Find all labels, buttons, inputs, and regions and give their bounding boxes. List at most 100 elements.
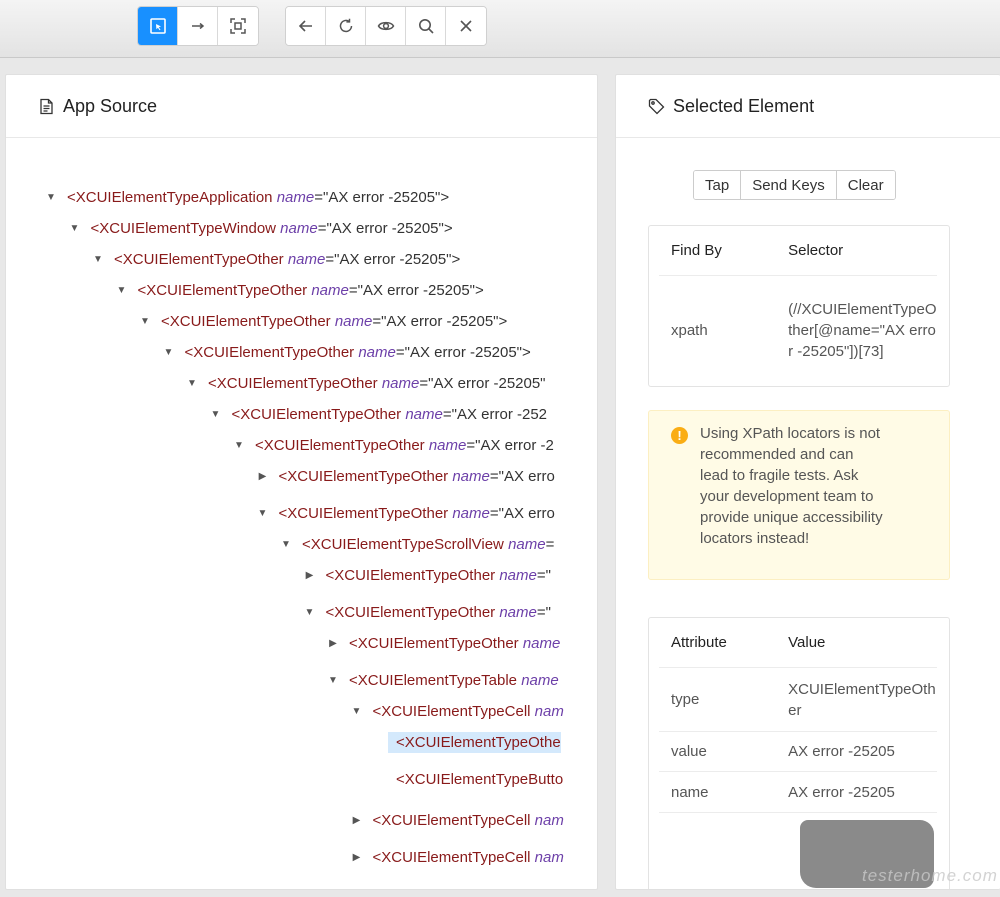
caret-down-icon[interactable]: ▼ — [91, 247, 105, 271]
tree-node-label[interactable]: <XCUIElementTypeWindow name="AX error -2… — [91, 220, 453, 237]
tree-node[interactable]: <XCUIElementTypeOthe — [373, 730, 561, 754]
tree-node-attr: name — [405, 405, 443, 423]
tree-node[interactable]: ▶ <XCUIElementTypeCell nam — [350, 808, 564, 832]
tree-node-label[interactable]: <XCUIElementTypeOther name="AX erro — [279, 468, 555, 485]
tree-node-label[interactable]: <XCUIElementTypeOther name="AX error -25… — [232, 406, 548, 423]
refresh-button[interactable] — [326, 7, 366, 45]
tree-node[interactable]: ▼ <XCUIElementTypeOther name=" — [303, 600, 551, 624]
selected-element-title: Selected Element — [673, 95, 815, 116]
selected-element-header: Selected Element — [616, 75, 1000, 138]
tree-node-label[interactable]: <XCUIElementTypeButto — [396, 771, 563, 788]
caret-right-icon[interactable]: ▶ — [350, 808, 364, 832]
tree-node-label[interactable]: <XCUIElementTypeOther name=" — [326, 604, 551, 621]
caret-down-icon[interactable]: ▼ — [115, 278, 129, 302]
tree-node-label[interactable]: <XCUIElementTypeOther name="AX error -25… — [114, 251, 460, 268]
tap-coordinates-button[interactable] — [218, 7, 258, 45]
caret-down-icon[interactable]: ▼ — [256, 501, 270, 525]
tree-node-label[interactable]: <XCUIElementTypeCell nam — [373, 703, 564, 720]
clear-button[interactable]: Clear — [836, 171, 895, 199]
caret-down-icon[interactable]: ▼ — [185, 371, 199, 395]
tree-node-tag: <XCUIElementTypeOther — [184, 343, 355, 361]
eye-icon — [377, 21, 394, 31]
tree-node[interactable]: ▼ <XCUIElementTypeOther name="AX erro — [256, 501, 555, 525]
tree-node[interactable]: ▼ <XCUIElementTypeOther name="AX error -2… — [91, 247, 460, 271]
caret-right-icon[interactable]: ▶ — [256, 464, 270, 488]
tree-node-val: "AX error -25205" — [428, 374, 546, 392]
tree-node-label[interactable]: <XCUIElementTypeApplication name="AX err… — [67, 189, 449, 206]
show-hide-button[interactable] — [366, 7, 406, 45]
tree-node[interactable]: ▶ <XCUIElementTypeCell nam — [350, 845, 564, 869]
tree-node-attr: name — [358, 343, 396, 361]
tree-node-attr: name — [522, 634, 561, 652]
tree-node-label[interactable]: <XCUIElementTypeOther name="AX error -25… — [161, 313, 507, 330]
table-row: name AX error -25205 — [659, 772, 937, 813]
caret-down-icon[interactable]: ▼ — [162, 340, 176, 364]
caret-down-icon[interactable]: ▼ — [138, 309, 152, 333]
tree-node-label[interactable]: <XCUIElementTypeOthe — [388, 731, 561, 753]
tree-node[interactable]: ▼ <XCUIElementTypeWindow name="AX error -… — [68, 216, 453, 240]
tree-node-eq: = — [466, 436, 476, 454]
tree-node-label[interactable]: <XCUIElementTypeOther name="AX error -25… — [138, 282, 484, 299]
tree-node[interactable]: ▼ <XCUIElementTypeOther name="AX error -2… — [138, 309, 507, 333]
tap-button[interactable]: Tap — [694, 171, 742, 199]
source-tree[interactable]: ▼ <XCUIElementTypeApplication name="AX er… — [6, 138, 581, 889]
tree-node[interactable]: ▶ <XCUIElementTypeOther name=" — [303, 563, 551, 587]
back-button[interactable] — [286, 7, 326, 45]
caret-down-icon[interactable]: ▼ — [326, 668, 340, 692]
tree-node-label[interactable]: <XCUIElementTypeOther name="AX error -25… — [208, 375, 546, 392]
tree-node[interactable]: ▼ <XCUIElementTypeApplication name="AX er… — [44, 185, 449, 209]
caret-down-icon[interactable]: ▼ — [44, 185, 58, 209]
caret-down-icon[interactable]: ▼ — [303, 600, 317, 624]
tree-node[interactable]: ▼ <XCUIElementTypeCell nam — [350, 699, 564, 723]
selector-column-header: Selector — [788, 242, 844, 259]
tree-node-tag: <XCUIElementTypeOther — [137, 281, 308, 299]
caret-down-icon[interactable]: ▼ — [279, 532, 293, 556]
tree-node-label[interactable]: <XCUIElementTypeTable name — [349, 672, 559, 689]
caret-down-icon[interactable]: ▼ — [232, 433, 246, 457]
send-keys-button[interactable]: Send Keys — [741, 171, 837, 199]
tree-node-label[interactable]: <XCUIElementTypeScrollView name= — [302, 536, 554, 553]
tree-node[interactable]: ▼ <XCUIElementTypeTable name — [326, 668, 559, 692]
caret-down-icon[interactable]: ▼ — [209, 402, 223, 426]
tree-node-eq: = — [325, 250, 335, 268]
tree-node-eq: = — [372, 312, 382, 330]
mode-button-group — [137, 6, 259, 46]
caret-down-icon[interactable]: ▼ — [68, 216, 82, 240]
tree-node-label[interactable]: <XCUIElementTypeOther name — [349, 635, 560, 652]
tree-node-label[interactable]: <XCUIElementTypeCell nam — [373, 849, 564, 866]
tree-node[interactable]: ▼ <XCUIElementTypeOther name="AX error -2 — [232, 433, 554, 457]
tree-node[interactable]: ▶ <XCUIElementTypeOther name — [326, 631, 560, 655]
attributes-header-row: Attribute Value — [659, 618, 937, 668]
tree-node-attr: name — [452, 467, 490, 485]
caret-down-icon[interactable]: ▼ — [350, 699, 364, 723]
quit-session-button[interactable] — [446, 7, 486, 45]
tree-node-tag: <XCUIElementTypeOther — [325, 566, 496, 584]
tree-node[interactable]: ▼ <XCUIElementTypeOther name="AX error -2… — [209, 402, 548, 426]
tree-node-tag: <XCUIElementTypeCell — [372, 848, 531, 866]
tree-node[interactable]: ▼ <XCUIElementTypeScrollView name= — [279, 532, 554, 556]
caret-right-icon[interactable]: ▶ — [303, 563, 317, 587]
app-source-title: App Source — [63, 95, 158, 116]
tree-node[interactable]: ▼ <XCUIElementTypeOther name="AX error -2… — [162, 340, 531, 364]
tree-node[interactable]: ▼ <XCUIElementTypeOther name="AX error -2… — [185, 371, 546, 395]
tree-node-tag: <XCUIElementTypeOther — [161, 312, 331, 330]
tree-node-label[interactable]: <XCUIElementTypeOther name="AX erro — [279, 505, 555, 522]
tree-node[interactable]: ▼ <XCUIElementTypeOther name="AX error -2… — [115, 278, 484, 302]
tree-node-attr: name — [499, 603, 537, 621]
tree-node-label[interactable]: <XCUIElementTypeCell nam — [373, 812, 564, 829]
caret-right-icon[interactable]: ▶ — [350, 845, 364, 869]
tree-node[interactable]: <XCUIElementTypeButto — [373, 767, 563, 791]
swipe-button[interactable] — [178, 7, 218, 45]
tree-node-tag: <XCUIElementTypeOther — [278, 504, 449, 522]
selector-value[interactable]: (//XCUIElementTypeOther[@name="AX error … — [788, 299, 937, 362]
tree-node[interactable]: ▶ <XCUIElementTypeOther name="AX erro — [256, 464, 555, 488]
tree-node-label[interactable]: <XCUIElementTypeOther name=" — [326, 567, 551, 584]
search-button[interactable] — [406, 7, 446, 45]
select-element-button[interactable] — [138, 7, 178, 45]
caret-right-icon[interactable]: ▶ — [326, 631, 340, 655]
tree-node-eq: = — [395, 343, 405, 361]
tree-node-val: "AX error -25205"> — [323, 188, 450, 206]
tree-node-label[interactable]: <XCUIElementTypeOther name="AX error -2 — [255, 437, 554, 454]
attribute-name: value — [671, 743, 707, 760]
tree-node-label[interactable]: <XCUIElementTypeOther name="AX error -25… — [185, 344, 531, 361]
